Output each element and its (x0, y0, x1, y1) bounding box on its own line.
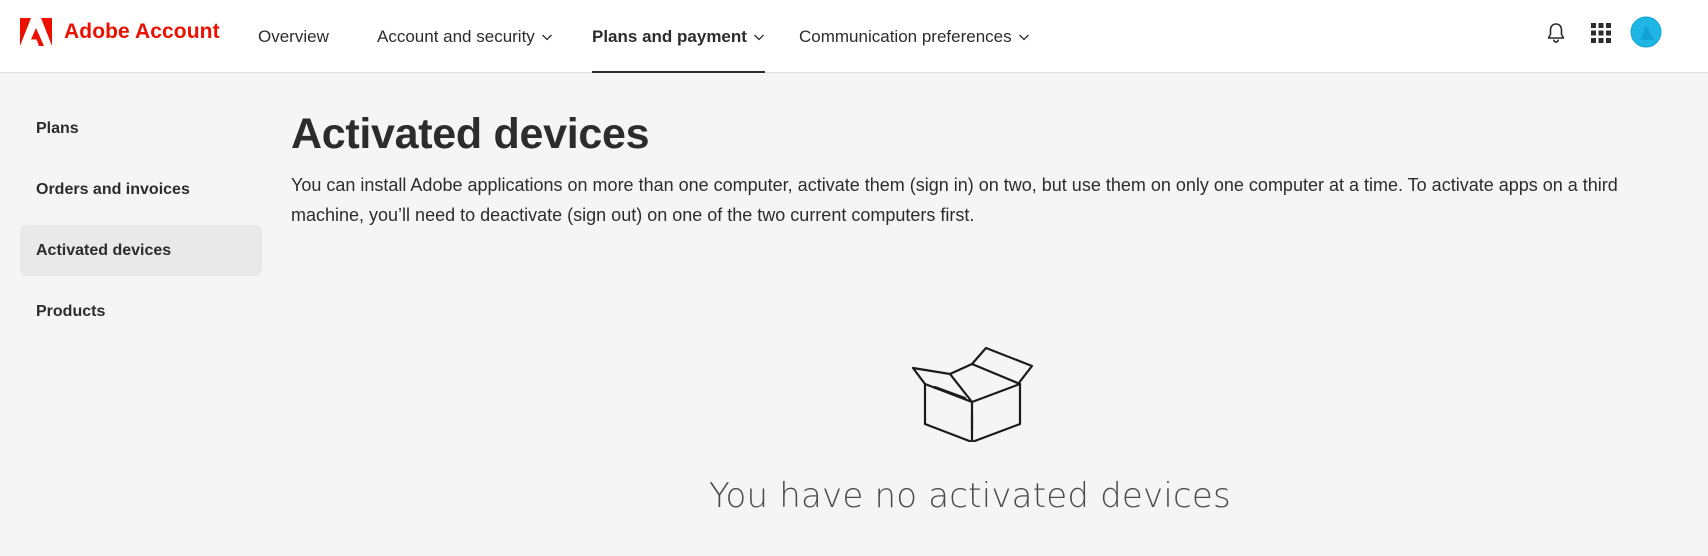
sidebar-item-label: Plans (36, 119, 79, 137)
apps-grid-icon (1591, 23, 1611, 43)
main-content: Activated devices You can install Adobe … (291, 108, 1671, 230)
adobe-account-logo[interactable]: Adobe Account (20, 17, 220, 47)
page-description: You can install Adobe applications on mo… (291, 175, 1618, 225)
empty-state-message: You have no activated devices (709, 476, 1231, 516)
chevron-down-icon (1018, 31, 1030, 43)
top-navigation-bar: Adobe Account Overview Account and secur… (0, 0, 1708, 73)
open-box-icon (911, 346, 1034, 442)
page-title: Activated devices (291, 110, 650, 158)
nav-overview[interactable]: Overview (258, 0, 329, 73)
avatar[interactable] (1630, 16, 1662, 48)
sidebar-item-activated-devices[interactable]: Activated devices (20, 225, 262, 276)
chevron-down-icon (753, 31, 765, 43)
sidebar-item-label: Activated devices (36, 241, 172, 259)
nav-plans-and-payment[interactable]: Plans and payment (592, 0, 765, 73)
nav-label: Account and security (377, 26, 535, 46)
nav-account-and-security[interactable]: Account and security (377, 0, 553, 73)
sidebar-item-products[interactable]: Products (20, 286, 262, 337)
chevron-down-icon (541, 31, 553, 43)
sidebar-item-plans[interactable]: Plans (20, 103, 262, 154)
sidebar-item-label: Products (36, 302, 106, 320)
brand-name: Adobe Account (64, 20, 220, 43)
adobe-logo-icon (20, 18, 52, 46)
notifications-button[interactable] (1541, 18, 1571, 48)
apps-grid-button[interactable] (1586, 18, 1616, 48)
bell-icon (1547, 23, 1565, 43)
nav-communication-preferences[interactable]: Communication preferences (799, 0, 1030, 73)
sidebar: Plans Orders and invoices Activated devi… (20, 103, 262, 347)
sidebar-item-label: Orders and invoices (36, 180, 190, 198)
nav-label: Plans and payment (592, 26, 747, 46)
avatar-image (1630, 16, 1662, 48)
nav-label: Communication preferences (799, 26, 1012, 46)
nav-label: Overview (258, 26, 329, 46)
sidebar-item-orders-and-invoices[interactable]: Orders and invoices (20, 164, 262, 215)
